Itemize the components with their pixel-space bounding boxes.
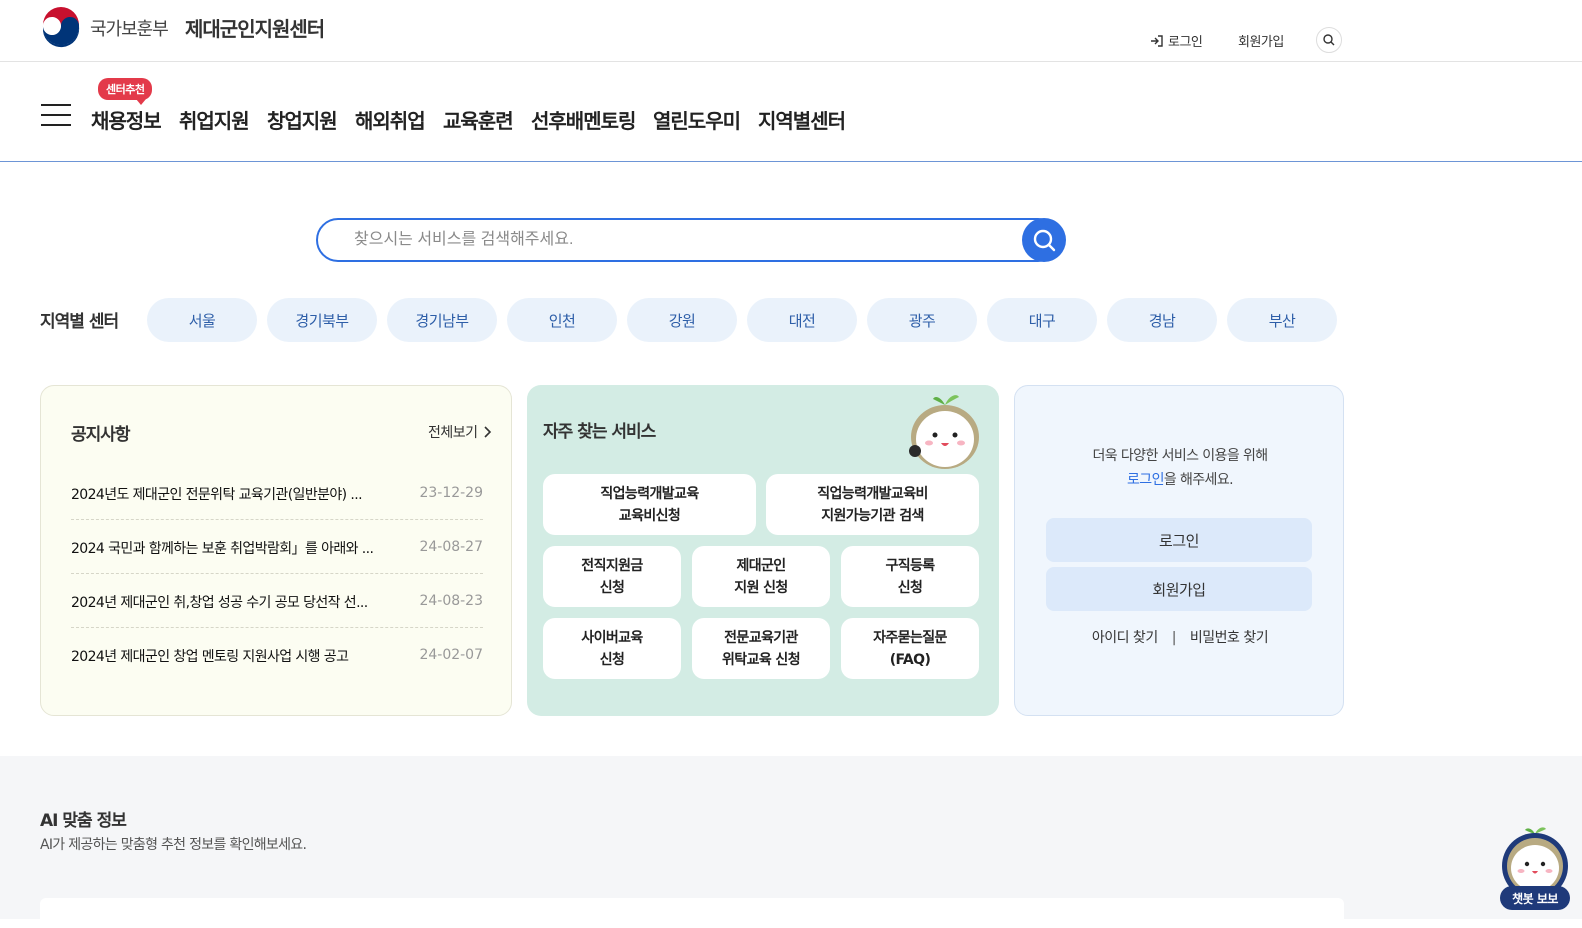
service-institution-search-button[interactable]: 직업능력개발교육비 지원가능기관 검색 [766,474,979,535]
region-button-daegu[interactable]: 대구 [987,298,1097,342]
frequent-services-card: 자주 찾는 서비스 직업능력개발교육 교육비신청 직업능력개발교육비 지원가능기… [527,385,999,716]
service-job-registration-button[interactable]: 구직등록 신청 [841,546,979,607]
notice-row-title: 2024년 제대군인 취,창업 성공 수기 공모 당선작 선... [71,595,368,611]
region-button-gyeongnam[interactable]: 경남 [1107,298,1217,342]
login-link[interactable]: 로그인 [1150,31,1203,50]
chevron-right-icon [484,426,492,438]
notice-row-date: 24-08-27 [419,539,483,555]
nav-item-regional[interactable]: 지역별센터 [758,105,846,134]
ai-recommendation-section: AI 맞춤 정보 AI가 제공하는 맞춤형 추천 정보를 확인해보세요. [0,756,1582,928]
recommend-badge: 센터추천 [98,78,153,105]
notice-row[interactable]: 2024년도 제대군인 전문위탁 교육기관(일반분야) ... 23-12-29 [71,466,483,520]
region-button-seoul[interactable]: 서울 [147,298,257,342]
main-search-box [316,218,1060,262]
service-cyber-education-button[interactable]: 사이버교육 신청 [543,618,681,679]
service-consignment-education-button[interactable]: 전문교육기관 위탁교육 신청 [692,618,830,679]
search-icon [1033,229,1056,252]
government-logo-icon[interactable] [40,6,82,48]
ai-section-title: AI 맞춤 정보 [40,811,127,831]
region-button-gangwon[interactable]: 강원 [627,298,737,342]
notice-more-link[interactable]: 전체보기 [428,422,493,442]
notice-row-date: 24-02-07 [419,647,483,663]
notice-row[interactable]: 2024년 제대군인 취,창업 성공 수기 공모 당선작 선... 24-08-… [71,574,483,628]
nav-item-training[interactable]: 교육훈련 [443,105,514,134]
find-id-link[interactable]: 아이디 찾기 [1092,630,1158,646]
notice-row-title: 2024 국민과 함께하는 보훈 취업박람회」를 아래와 ... [71,541,374,557]
region-title: 지역별 센터 [40,312,119,332]
region-button-gwangju[interactable]: 광주 [867,298,977,342]
nav-item-employment[interactable]: 취업지원 [179,105,250,134]
notice-more-label: 전체보기 [428,425,478,441]
notice-row[interactable]: 2024년 제대군인 창업 멘토링 지원사업 시행 공고 24-02-07 [71,628,483,682]
join-button[interactable]: 회원가입 [1046,567,1312,611]
nav-item-helper[interactable]: 열린도우미 [653,105,741,134]
mascot-icon [909,395,979,469]
ai-section-subtitle: AI가 제공하는 맞춤형 추천 정보를 확인해보세요. [40,837,307,853]
login-button[interactable]: 로그인 [1046,518,1312,562]
login-label: 로그인 [1168,35,1203,50]
service-faq-button[interactable]: 자주묻는질문 (FAQ) [841,618,979,679]
notice-row[interactable]: 2024 국민과 함께하는 보훈 취업박람회」를 아래와 ... 24-08-2… [71,520,483,574]
find-password-link[interactable]: 비밀번호 찾기 [1190,630,1269,646]
notice-title: 공지사항 [71,425,131,445]
notice-card: 공지사항 전체보기 2024년도 제대군인 전문위탁 교육기관(일반분야) ..… [40,385,512,716]
login-card: 더욱 다양한 서비스 이용을 위해 로그인을 해주세요. 로그인 회원가입 아이… [1014,385,1344,716]
login-message-link[interactable]: 로그인 [1127,472,1164,488]
top-header: 국가보훈부 제대군인지원센터 로그인 회원가입 [0,0,1582,62]
service-veteran-support-button[interactable]: 제대군인 지원 신청 [692,546,830,607]
region-button-gyeonggi-south[interactable]: 경기남부 [387,298,497,342]
notice-row-title: 2024년도 제대군인 전문위탁 교육기관(일반분야) ... [71,487,363,503]
nav-item-jobs[interactable]: 채용정보 [91,105,162,134]
notice-row-date: 23-12-29 [419,485,483,501]
search-input[interactable] [354,228,974,252]
service-transition-fund-button[interactable]: 전직지원금 신청 [543,546,681,607]
services-title: 자주 찾는 서비스 [543,422,656,442]
region-button-gyeonggi-north[interactable]: 경기북부 [267,298,377,342]
center-name[interactable]: 제대군인지원센터 [185,13,325,42]
region-button-busan[interactable]: 부산 [1227,298,1337,342]
search-icon [1323,34,1335,46]
link-separator: | [1171,630,1177,646]
notice-row-date: 24-08-23 [419,593,483,609]
find-account-links: 아이디 찾기 | 비밀번호 찾기 [1015,627,1345,647]
chatbot-label[interactable]: 챗봇 보보 [1500,886,1570,910]
nav-item-startup[interactable]: 창업지원 [267,105,338,134]
join-link[interactable]: 회원가입 [1238,31,1284,50]
service-education-fee-button[interactable]: 직업능력개발교육 교육비신청 [543,474,756,535]
menu-icon[interactable] [41,104,71,126]
ai-content-box [40,898,1344,928]
region-button-daejeon[interactable]: 대전 [747,298,857,342]
nav-item-overseas[interactable]: 해외취업 [355,105,426,134]
main-search-button[interactable] [1022,218,1066,262]
login-message-line1: 더욱 다양한 서비스 이용을 위해 [1092,448,1268,464]
notice-row-title: 2024년 제대군인 창업 멘토링 지원사업 시행 공고 [71,649,349,665]
login-message: 더욱 다양한 서비스 이용을 위해 로그인을 해주세요. [1015,444,1345,492]
login-message-rest: 을 해주세요. [1163,472,1234,488]
header-search-button[interactable] [1316,27,1342,53]
login-icon [1151,34,1163,47]
region-button-incheon[interactable]: 인천 [507,298,617,342]
main-navigation: 센터추천 채용정보 취업지원 창업지원 해외취업 교육훈련 선후배멘토링 열린도… [0,62,1582,162]
nav-item-mentoring[interactable]: 선후배멘토링 [531,105,636,134]
ministry-name[interactable]: 국가보훈부 [90,15,169,41]
